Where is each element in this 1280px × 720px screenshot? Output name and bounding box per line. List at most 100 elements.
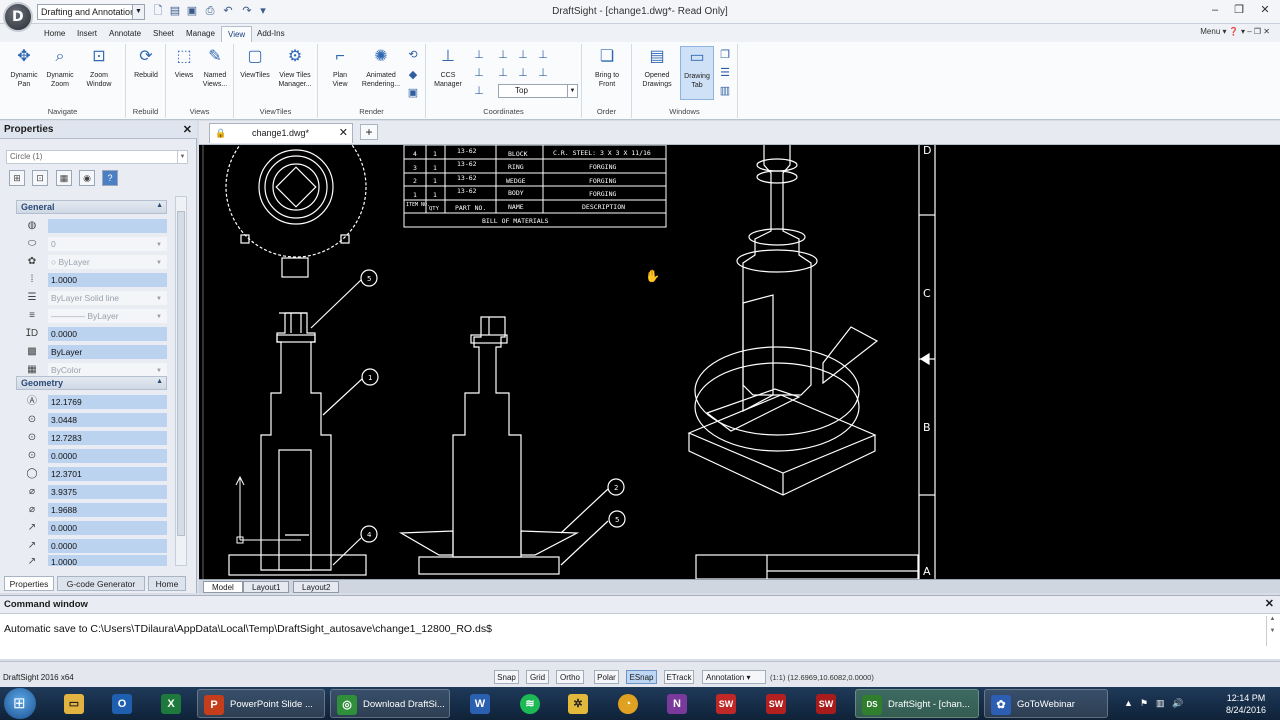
close-tab-icon[interactable]: ✕ — [339, 124, 348, 143]
prop-value[interactable]: 0.0000 — [48, 327, 167, 342]
properties-scrollbar[interactable] — [175, 196, 187, 566]
dynamic-zoom-button[interactable]: ⌕ Dynamic Zoom — [42, 46, 78, 89]
prop-value[interactable]: ○ ByLayer ▼ — [48, 255, 167, 270]
ccs-view-icon[interactable]: ⊥ — [496, 66, 510, 80]
tab-home-panel[interactable]: Home — [148, 576, 186, 591]
drawing-tab-button[interactable]: ▭ Drawing Tab — [680, 46, 714, 100]
prop-value[interactable]: 3.9375 — [48, 485, 167, 500]
document-tab[interactable]: 🔒 change1.dwg* ✕ — [209, 123, 353, 143]
tile-horizontal-icon[interactable]: ☰ — [718, 66, 732, 80]
tab-annotate[interactable]: Annotate — [103, 26, 147, 42]
taskbar-chrome[interactable]: ◎ Download DraftSi... — [330, 689, 450, 718]
polar-toggle[interactable]: Polar — [594, 670, 619, 684]
drawing-canvas[interactable]: 4 1 13-62 BLOCK C.R. STEEL: 3 X 3 X 11/1… — [199, 145, 1280, 579]
prop-value[interactable]: ByLayer Solid line ▼ — [48, 291, 167, 306]
taskbar-gotowebinar[interactable]: ✿ GoToWebinar — [984, 689, 1108, 718]
flag-icon[interactable]: ⚑ — [1140, 698, 1148, 709]
ccs-x-icon[interactable]: ⊥ — [516, 48, 530, 62]
ccs-manager-button[interactable]: ⊥ CCS Manager — [430, 46, 466, 89]
viewtiles-manager-button[interactable]: ⚙ View Tiles Manager... — [274, 46, 316, 89]
chevron-down-icon[interactable]: ▼ — [132, 5, 144, 19]
grid-toggle[interactable]: Grid — [526, 670, 549, 684]
prop-value[interactable]: 0 ▼ — [48, 237, 167, 252]
prop-geom[interactable]: ↗ 0.0000 — [22, 538, 167, 554]
prop-layer[interactable]: ⬭ 0 ▼ — [22, 236, 167, 252]
views-button[interactable]: ⬚ Views — [168, 46, 200, 80]
taskbar-draftsight[interactable]: DS DraftSight - [chan... — [855, 689, 979, 718]
prop-value[interactable]: 1.9688 — [48, 503, 167, 518]
tab-layout1[interactable]: Layout1 — [243, 581, 290, 593]
tab-add-ins[interactable]: Add-Ins — [251, 26, 291, 42]
close-icon[interactable]: ✕ — [1265, 597, 1274, 610]
viewtiles-button[interactable]: ▢ ViewTiles — [236, 46, 274, 80]
named-views-button[interactable]: ✎ Named Views... — [198, 46, 232, 89]
tab-view[interactable]: View — [221, 26, 253, 42]
prop-geom[interactable]: ⊙ 3.0448 — [22, 412, 167, 428]
app-pin[interactable]: ✲ — [562, 689, 590, 718]
prop-value[interactable]: 12.7283 — [48, 431, 167, 446]
help-icon[interactable]: ? — [102, 170, 118, 186]
undo-icon[interactable]: ↶ — [221, 4, 235, 18]
redo-icon[interactable]: ↷ — [240, 4, 254, 18]
chevron-down-icon[interactable]: ▼ — [177, 151, 187, 163]
clock-pin[interactable]: ◔ — [612, 689, 640, 718]
chevron-down-icon[interactable]: ▼ — [567, 85, 577, 97]
ccs-world-icon[interactable]: ⊥ — [472, 48, 486, 62]
tile-vertical-icon[interactable]: ▥ — [718, 84, 732, 98]
select-icon[interactable]: ⊞ — [9, 170, 25, 186]
explorer-pin[interactable]: ▭ — [58, 689, 86, 718]
close-window-button[interactable]: ✕ — [1254, 2, 1276, 18]
tab-layout2[interactable]: Layout2 — [293, 581, 340, 593]
workspace-select[interactable]: Drafting and Annotation ▼ — [37, 4, 145, 20]
prop-value[interactable]: 0.0000 — [48, 521, 167, 536]
volume-icon[interactable]: 🔊 — [1172, 698, 1183, 709]
cascade-icon[interactable]: ❐ — [718, 48, 732, 62]
excel-pin[interactable]: X — [155, 689, 183, 718]
spotify-pin[interactable]: ≋ — [514, 689, 542, 718]
menu-button[interactable]: Menu — [1200, 27, 1220, 36]
solidworks-pin[interactable]: SW — [710, 689, 738, 718]
ccs-y-icon[interactable]: ⊥ — [536, 48, 550, 62]
rebuild-button[interactable]: ⟳ Rebuild — [128, 46, 164, 80]
scrollbar-thumb[interactable] — [177, 211, 185, 536]
ccs-3point-icon[interactable]: ⊥ — [536, 66, 550, 80]
network-icon[interactable]: ▥ — [1156, 698, 1165, 709]
word-pin[interactable]: W — [464, 689, 492, 718]
prop-geom[interactable]: Ⓐ 12.1769 — [22, 394, 167, 410]
tab-home[interactable]: Home — [38, 26, 71, 42]
prop-lineweight[interactable]: ≡ ———— ByLayer ▼ — [22, 308, 167, 324]
prop-value[interactable]: 1.0000 — [48, 555, 167, 566]
prop-color[interactable]: ◍ — [22, 218, 167, 234]
prop-value[interactable]: ByLayer — [48, 345, 167, 360]
prop-geom[interactable]: ⊙ 0.0000 — [22, 448, 167, 464]
view-select[interactable]: Top ▼ — [498, 84, 578, 98]
prop-linecolor[interactable]: ✿ ○ ByLayer ▼ — [22, 254, 167, 270]
etrack-toggle[interactable]: ETrack — [664, 670, 694, 684]
selected-circle[interactable] — [225, 145, 367, 258]
dynamic-pan-button[interactable]: ✥ Dynamic Pan — [6, 46, 42, 89]
ccs-previous-icon[interactable]: ⊥ — [472, 84, 486, 98]
prop-value[interactable]: 0.0000 — [48, 449, 167, 464]
tab-gcode-generator[interactable]: G-code Generator — [57, 576, 145, 591]
command-scrollbar[interactable]: ▲ ▼ — [1266, 616, 1278, 646]
customize-icon[interactable]: ▾ — [256, 4, 270, 18]
tab-insert[interactable]: Insert — [71, 26, 103, 42]
collapse-icon[interactable]: ▲ — [156, 202, 163, 209]
annotation-select[interactable]: Annotation ▾ — [702, 670, 766, 684]
zoom-window-button[interactable]: ⊡ Zoom Window — [80, 46, 118, 89]
prop-value[interactable]: 12.3701 — [48, 467, 167, 482]
prop-value[interactable] — [48, 219, 167, 234]
prop-thickness[interactable]: ⵊD 0.0000 — [22, 326, 167, 342]
prop-geom[interactable]: ↗ 0.0000 — [22, 520, 167, 536]
tab-sheet[interactable]: Sheet — [147, 26, 180, 42]
ccs-z-icon[interactable]: ⊥ — [472, 66, 486, 80]
drawing-svg[interactable]: 4 1 13-62 BLOCK C.R. STEEL: 3 X 3 X 11/1… — [199, 145, 1280, 579]
onenote-pin[interactable]: N — [661, 689, 689, 718]
collapse-icon[interactable]: ▲ — [156, 378, 163, 385]
material-icon[interactable]: ◆ — [406, 68, 420, 82]
prop-value[interactable]: 3.0448 — [48, 413, 167, 428]
opened-drawings-button[interactable]: ▤ Opened Drawings — [636, 46, 678, 89]
prop-value[interactable]: 1.0000 — [48, 273, 167, 288]
prop-geom[interactable]: ⊙ 12.7283 — [22, 430, 167, 446]
print-icon[interactable]: ⎙ — [203, 4, 217, 18]
